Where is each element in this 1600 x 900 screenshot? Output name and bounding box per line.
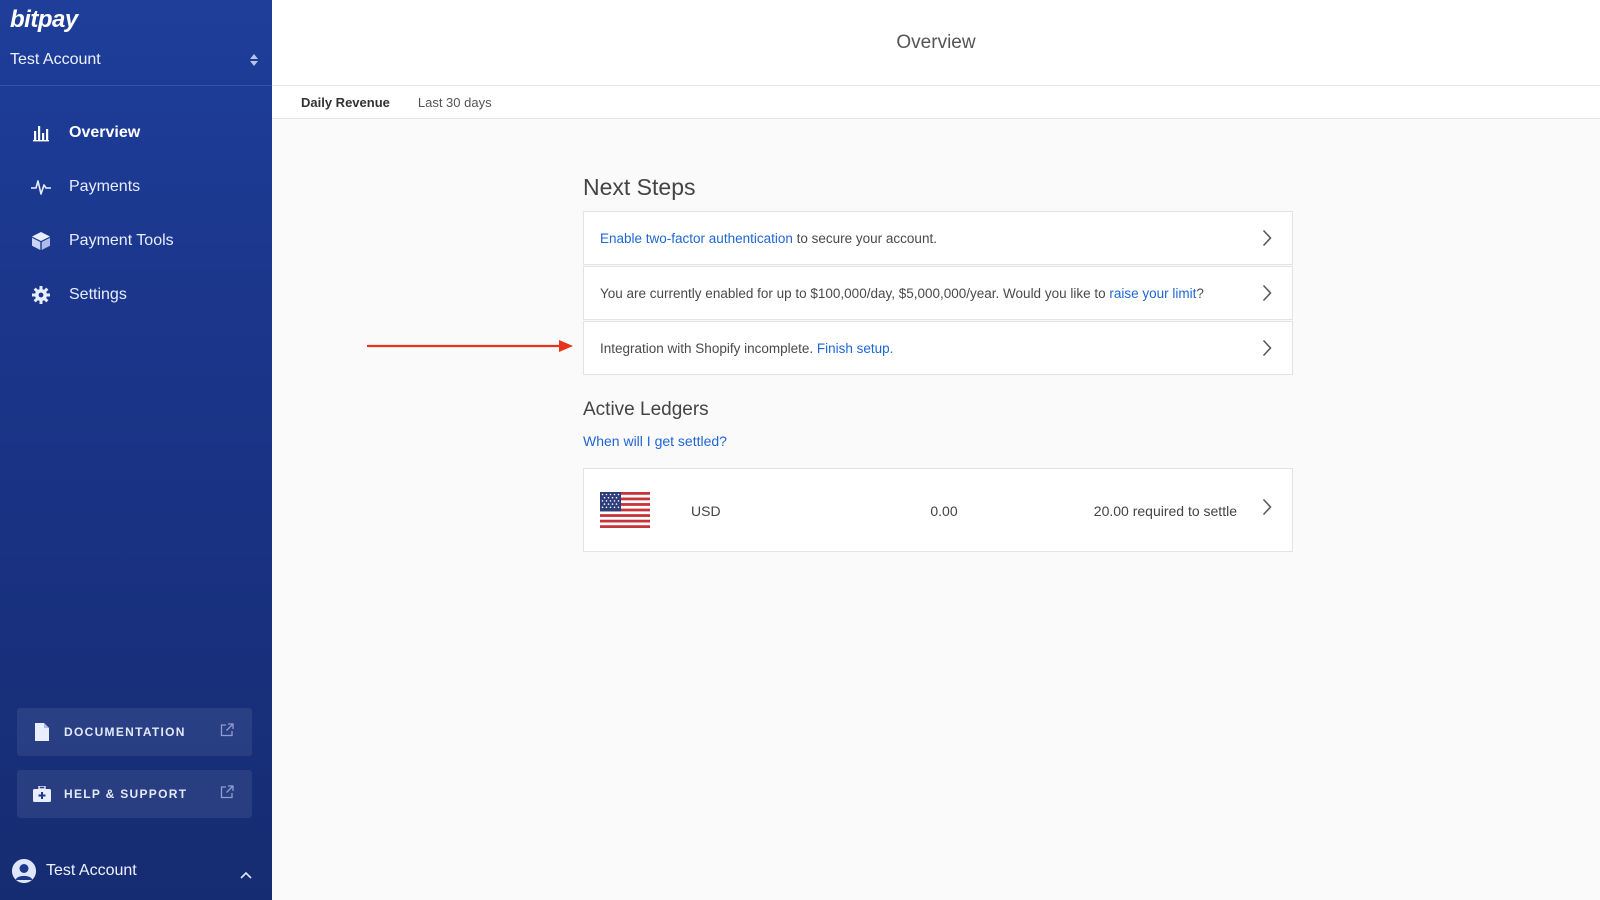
sidebar-item-label: Payment Tools — [69, 232, 174, 249]
chevron-right-icon — [1262, 498, 1272, 521]
next-step-text: Integration with Shopify incomplete. Fin… — [600, 340, 894, 356]
external-link-icon — [220, 785, 234, 804]
account-menu[interactable]: Test Account — [0, 842, 272, 900]
annotation-arrow — [367, 340, 573, 352]
tab-last-30-days[interactable]: Last 30 days — [418, 95, 492, 110]
next-steps-title: Next Steps — [583, 174, 696, 200]
sidebar-item-settings[interactable]: Settings — [0, 268, 272, 322]
active-ledgers-title: Active Ledgers — [583, 399, 709, 420]
sidebar-divider — [0, 85, 272, 86]
chevron-up-icon — [240, 866, 252, 884]
sidebar-item-label: Payments — [69, 178, 141, 195]
us-flag-icon — [600, 492, 650, 533]
raise-limit-link[interactable]: raise your limit — [1109, 286, 1196, 301]
page-title: Overview — [896, 32, 976, 53]
next-step-text: Enable two-factor authentication to secu… — [600, 230, 937, 246]
sidebar: bitpay Test Account Overview Payments Pa… — [0, 0, 272, 900]
document-icon — [33, 723, 51, 741]
sidebar-item-overview[interactable]: Overview — [0, 106, 272, 160]
chevron-right-icon — [1262, 339, 1272, 360]
sort-arrows-icon — [250, 54, 258, 66]
sidebar-item-label: Settings — [69, 286, 127, 303]
revenue-tabs: Daily Revenue Last 30 days — [272, 86, 1600, 119]
avatar — [12, 859, 36, 883]
account-switcher-label: Test Account — [10, 51, 101, 68]
sidebar-item-payments[interactable]: Payments — [0, 160, 272, 214]
ledger-amount: 0.00 — [930, 503, 958, 519]
finish-setup-link[interactable]: Finish setup. — [817, 341, 894, 356]
next-step-shopify[interactable]: Integration with Shopify incomplete. Fin… — [583, 321, 1293, 375]
enable-2fa-link[interactable]: Enable two-factor authentication — [600, 231, 793, 246]
tab-daily-revenue[interactable]: Daily Revenue — [301, 95, 390, 110]
chevron-right-icon — [1262, 284, 1272, 305]
pulse-icon — [30, 176, 52, 198]
external-link-icon — [220, 723, 234, 742]
bar-chart-icon — [30, 122, 52, 144]
next-step-limit[interactable]: You are currently enabled for up to $100… — [583, 266, 1293, 320]
next-step-2fa[interactable]: Enable two-factor authentication to secu… — [583, 211, 1293, 265]
sidebar-nav: Overview Payments Payment Tools Settings — [0, 106, 272, 322]
help-support-button[interactable]: HELP & SUPPORT — [17, 770, 252, 818]
bitpay-logo[interactable]: bitpay — [10, 6, 78, 34]
ledger-requirement: 20.00 required to settle — [1093, 503, 1237, 519]
cube-icon — [30, 230, 52, 252]
ledger-currency: USD — [691, 503, 721, 519]
documentation-label: DOCUMENTATION — [64, 725, 186, 739]
documentation-button[interactable]: DOCUMENTATION — [17, 708, 252, 756]
account-name: Test Account — [46, 862, 137, 879]
ledger-row-usd[interactable]: USD 0.00 20.00 required to settle — [583, 468, 1293, 552]
help-support-label: HELP & SUPPORT — [64, 787, 188, 801]
next-step-text: You are currently enabled for up to $100… — [600, 285, 1204, 301]
when-settled-link[interactable]: When will I get settled? — [583, 433, 727, 449]
gear-icon — [30, 284, 52, 306]
sidebar-item-payment-tools[interactable]: Payment Tools — [0, 214, 272, 268]
chevron-right-icon — [1262, 229, 1272, 250]
top-bar: Overview — [272, 0, 1600, 86]
account-switcher[interactable]: Test Account — [10, 48, 262, 72]
first-aid-kit-icon — [33, 785, 51, 803]
sidebar-item-label: Overview — [69, 124, 141, 141]
